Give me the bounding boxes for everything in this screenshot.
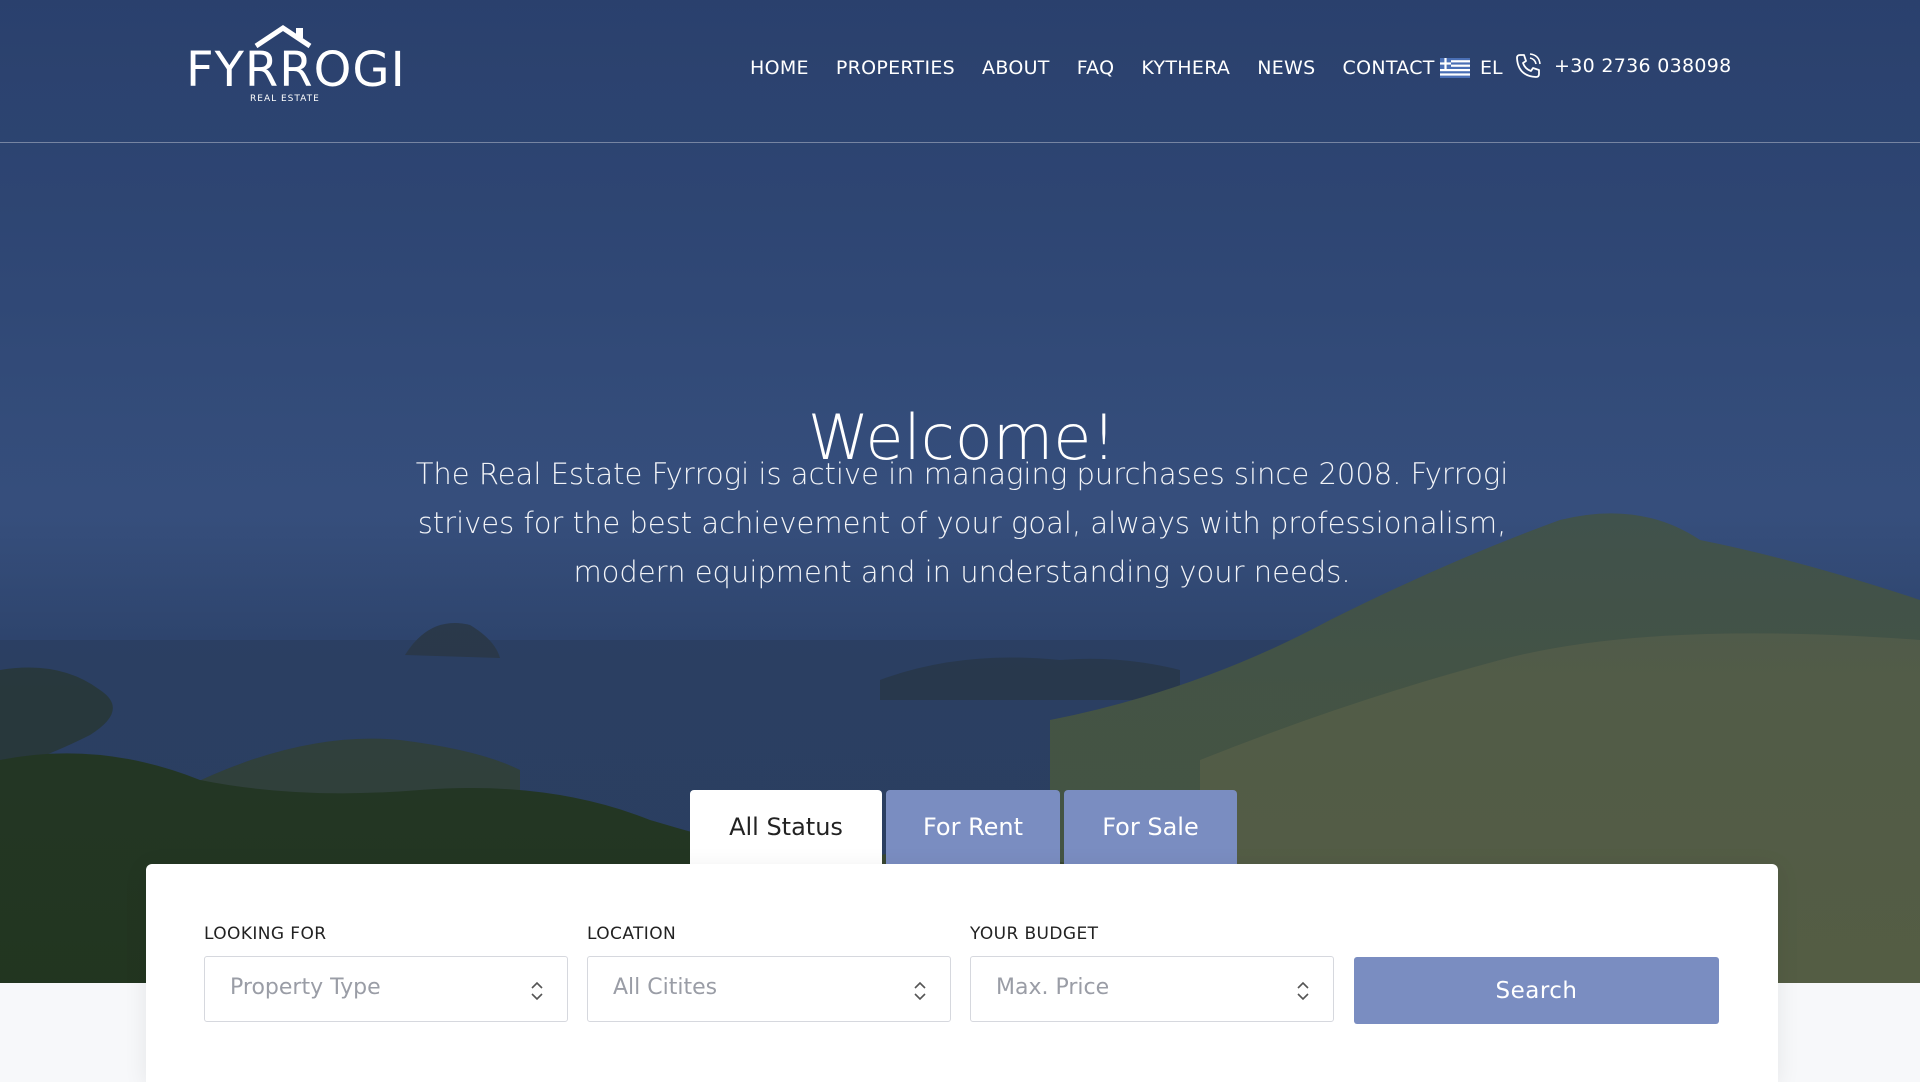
location-label: LOCATION — [587, 924, 677, 944]
location-value: All Citites — [613, 975, 718, 1000]
budget-select[interactable]: Max. Price — [970, 956, 1334, 1022]
property-type-select[interactable]: Property Type — [204, 956, 568, 1022]
nav-about[interactable]: ABOUT — [982, 54, 1050, 82]
select-arrows-icon — [531, 981, 543, 1001]
budget-label: YOUR BUDGET — [970, 924, 1099, 944]
language-switcher[interactable]: EL — [1440, 56, 1503, 80]
tab-for-sale[interactable]: For Sale — [1064, 790, 1237, 864]
hero-section: FYRROGI REAL ESTATE HOME PROPERTIES ABOU… — [0, 0, 1920, 983]
brand-logo[interactable]: FYRROGI REAL ESTATE — [186, 24, 405, 106]
select-arrows-icon — [1297, 981, 1309, 1001]
status-tabs: All Status For Rent For Sale — [690, 790, 1241, 864]
phone-icon — [1516, 53, 1541, 78]
tab-for-rent[interactable]: For Rent — [886, 790, 1060, 864]
property-type-value: Property Type — [230, 975, 381, 1000]
tab-all-status[interactable]: All Status — [690, 790, 882, 864]
select-arrows-icon — [914, 981, 926, 1001]
phone-number: +30 2736 038098 — [1554, 55, 1732, 77]
looking-for-label: LOOKING FOR — [204, 924, 327, 944]
nav-home[interactable]: HOME — [750, 54, 809, 82]
language-label: EL — [1480, 57, 1503, 79]
site-header: FYRROGI REAL ESTATE HOME PROPERTIES ABOU… — [0, 0, 1920, 143]
property-search-panel: LOOKING FOR Property Type LOCATION All C… — [146, 864, 1778, 1082]
phone-contact[interactable]: +30 2736 038098 — [1512, 50, 1732, 82]
location-select[interactable]: All Citites — [587, 956, 951, 1022]
nav-faq[interactable]: FAQ — [1077, 54, 1115, 82]
nav-news[interactable]: NEWS — [1257, 54, 1315, 82]
nav-kythera[interactable]: KYTHERA — [1141, 54, 1230, 82]
hero-description: The Real Estate Fyrrogi is active in man… — [415, 457, 1509, 589]
greek-flag-icon — [1440, 58, 1470, 78]
nav-properties[interactable]: PROPERTIES — [836, 54, 955, 82]
main-nav: HOME PROPERTIES ABOUT FAQ KYTHERA NEWS C… — [750, 54, 1462, 82]
nav-contact[interactable]: CONTACT — [1343, 54, 1435, 82]
budget-value: Max. Price — [996, 975, 1110, 1000]
search-button[interactable]: Search — [1354, 957, 1719, 1024]
brand-tagline: REAL ESTATE — [250, 94, 320, 104]
brand-name: FYRROGI — [186, 42, 406, 98]
